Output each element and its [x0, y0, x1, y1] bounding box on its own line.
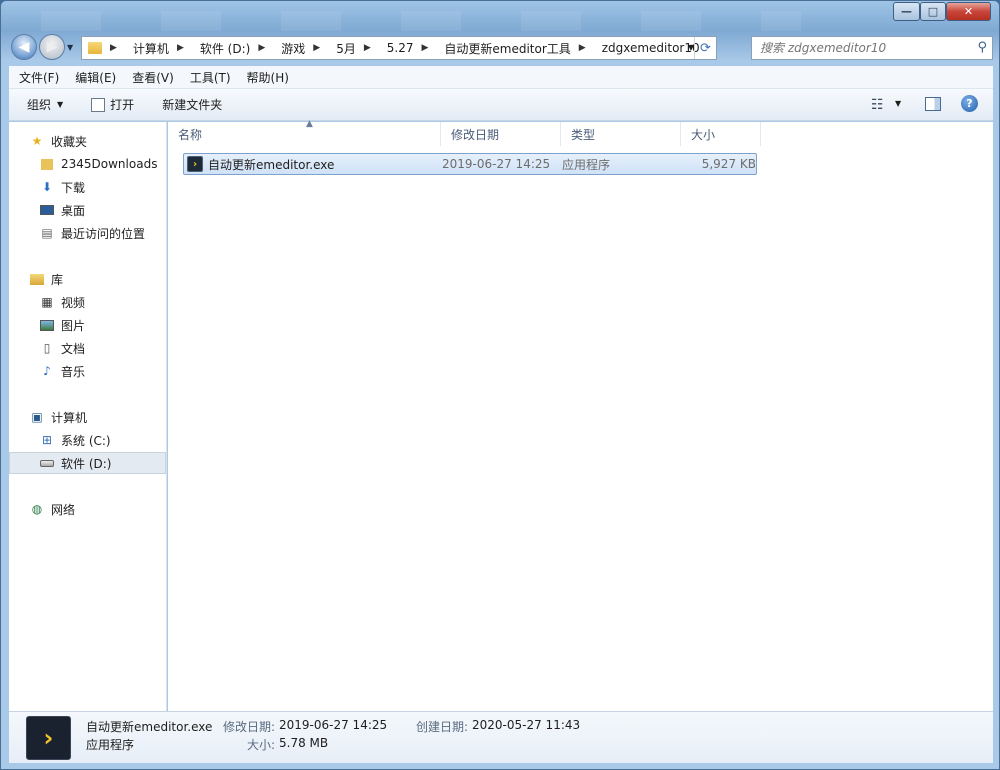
breadcrumb-tool-folder[interactable]: 自动更新emeditor工具 ▶	[440, 37, 597, 59]
breadcrumb-may[interactable]: 5月 ▶	[332, 37, 383, 59]
forward-arrow-icon: ▶	[46, 39, 58, 55]
menu-file[interactable]: 文件(F)	[9, 69, 65, 86]
sidebar-computer[interactable]: ▣ 计算机	[9, 406, 166, 428]
details-created: 2020-05-27 11:43	[472, 718, 581, 732]
view-options-dropdown[interactable]: ▼	[895, 99, 901, 108]
sidebar-item-pictures[interactable]: 图片	[9, 314, 166, 336]
sort-ascending-icon: ▲	[306, 119, 313, 129]
sidebar-network[interactable]: ◍ 网络	[9, 498, 166, 520]
details-modified-label: 修改日期:	[223, 720, 276, 734]
breadcrumb-computer[interactable]: 计算机 ▶	[129, 37, 196, 59]
open-icon	[91, 97, 106, 112]
breadcrumb-drive-d[interactable]: 软件 (D:) ▶	[196, 37, 277, 59]
preview-pane-icon[interactable]	[925, 97, 941, 111]
search-box[interactable]: ⚲	[751, 36, 993, 60]
video-icon: ▦	[41, 295, 53, 309]
breadcrumb-root-arrow[interactable]: ▶	[106, 37, 129, 59]
forward-button[interactable]: ▶	[39, 34, 65, 60]
menu-tools[interactable]: 工具(T)	[180, 69, 237, 86]
explorer-window: — □ ✕ ◀ ▶ ▼ ▶ 计算机 ▶ 软件 (D:) ▶ 游戏 ▶ 5月 ▶ 5.27…	[0, 0, 1000, 770]
details-created-label: 创建日期:	[416, 720, 469, 734]
file-size: 5,927 KB	[701, 157, 756, 171]
details-modified: 2019-06-27 14:25	[279, 718, 388, 732]
sidebar-favorites[interactable]: ★ 收藏夹	[9, 130, 166, 152]
sidebar-item-music[interactable]: ♪ 音乐	[9, 360, 166, 382]
breadcrumb-games[interactable]: 游戏 ▶	[277, 37, 332, 59]
navigation-bar: ◀ ▶ ▼ ▶ 计算机 ▶ 软件 (D:) ▶ 游戏 ▶ 5月 ▶ 5.27 ▶ 自动更新…	[9, 33, 993, 61]
new-folder-button[interactable]: 新建文件夹	[152, 89, 232, 120]
navigation-pane: ★ 收藏夹 2345Downloads ⬇ 下载 桌面 ▤ 最近访问的位置 库 ▦ 视频…	[9, 122, 167, 711]
file-date: 2019-06-27 14:25	[442, 157, 551, 171]
search-input[interactable]	[752, 37, 962, 59]
details-type: 应用程序	[86, 738, 135, 752]
download-folder-icon: ⬇	[41, 180, 53, 194]
close-button[interactable]: ✕	[946, 2, 991, 21]
sidebar-item-documents[interactable]: ▯ 文档	[9, 337, 166, 359]
star-icon: ★	[31, 134, 43, 148]
music-icon: ♪	[43, 364, 51, 378]
command-bar: 组织 ▼ 打开 新建文件夹 ☷ ▼ ?	[9, 89, 993, 121]
sidebar-item-recent-places[interactable]: ▤ 最近访问的位置	[9, 222, 166, 244]
back-arrow-icon: ◀	[18, 39, 30, 55]
menu-bar: 文件(F) 编辑(E) 查看(V) 工具(T) 帮助(H)	[9, 66, 993, 89]
column-name[interactable]: 名称 ▲	[168, 119, 441, 146]
recent-pages-dropdown[interactable]: ▼	[67, 43, 73, 52]
menu-edit[interactable]: 编辑(E)	[65, 69, 122, 86]
recent-places-icon: ▤	[41, 226, 53, 240]
menu-help[interactable]: 帮助(H)	[237, 69, 295, 86]
sidebar-item-drive-c[interactable]: ⊞ 系统 (C:)	[9, 429, 166, 451]
chevron-down-icon: ▼	[57, 100, 64, 109]
file-type: 应用程序	[562, 157, 611, 172]
refresh-icon[interactable]: ⟳	[694, 37, 716, 59]
title-bar	[41, 11, 801, 31]
application-large-icon: ›	[26, 716, 71, 760]
library-icon	[29, 272, 45, 286]
details-size: 5.78 MB	[279, 736, 329, 750]
application-icon: ›	[187, 156, 203, 172]
sidebar-item-2345downloads[interactable]: 2345Downloads	[9, 153, 166, 175]
column-size[interactable]: 大小	[681, 122, 761, 146]
back-button[interactable]: ◀	[11, 34, 37, 60]
change-view-icon[interactable]: ☷	[871, 97, 884, 113]
system-drive-icon: ⊞	[41, 433, 53, 447]
details-filename: 自动更新emeditor.exe	[86, 720, 213, 734]
network-icon: ◍	[31, 502, 43, 516]
organize-button[interactable]: 组织 ▼	[9, 89, 73, 120]
help-icon[interactable]: ?	[961, 95, 978, 112]
open-button[interactable]: 打开	[81, 89, 144, 120]
column-headers: 名称 ▲ 修改日期 类型 大小	[168, 119, 768, 146]
desktop-icon	[39, 203, 55, 217]
sidebar-libraries[interactable]: 库	[9, 268, 166, 290]
folder-icon	[88, 42, 102, 54]
menu-view[interactable]: 查看(V)	[122, 69, 180, 86]
folder-icon	[39, 157, 55, 171]
search-icon[interactable]: ⚲	[977, 40, 987, 55]
file-row[interactable]: › 自动更新emeditor.exe 2019-06-27 14:25 应用程序 …	[183, 153, 757, 175]
document-icon: ▯	[43, 341, 51, 355]
drive-icon	[39, 456, 55, 470]
details-size-label: 大小:	[247, 738, 276, 752]
sidebar-item-videos[interactable]: ▦ 视频	[9, 291, 166, 313]
sidebar-item-drive-d[interactable]: 软件 (D:)	[9, 452, 166, 474]
sidebar-item-downloads[interactable]: ⬇ 下载	[9, 176, 166, 198]
details-pane: › 自动更新emeditor.exe 应用程序 修改日期: 2019-06-27…	[9, 711, 993, 763]
breadcrumb-5-27[interactable]: 5.27 ▶	[383, 37, 441, 59]
sidebar-item-desktop[interactable]: 桌面	[9, 199, 166, 221]
computer-icon: ▣	[31, 410, 43, 424]
minimize-button[interactable]: —	[893, 2, 920, 21]
file-name: 自动更新emeditor.exe	[208, 157, 335, 172]
file-list: 名称 ▲ 修改日期 类型 大小 › 自动更新emeditor.exe 2019-06…	[168, 119, 993, 711]
column-date-modified[interactable]: 修改日期	[441, 122, 561, 146]
column-type[interactable]: 类型	[561, 122, 681, 146]
maximize-button[interactable]: □	[920, 2, 946, 21]
address-bar[interactable]: ▶ 计算机 ▶ 软件 (D:) ▶ 游戏 ▶ 5月 ▶ 5.27 ▶ 自动更新emedit…	[81, 36, 717, 60]
picture-icon	[39, 318, 55, 332]
